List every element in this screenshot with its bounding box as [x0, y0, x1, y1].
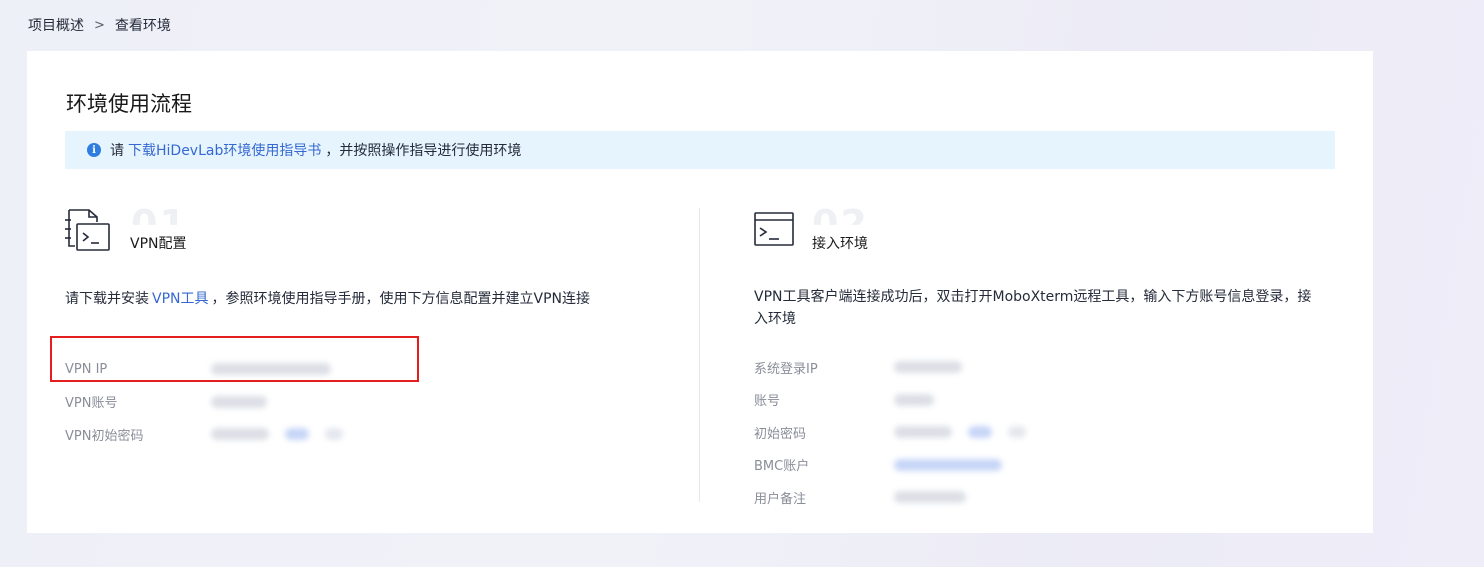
step-title: VPN配置 [130, 236, 187, 252]
field-label: 初始密码 [754, 426, 807, 442]
step-description: VPN工具客户端连接成功后，双击打开MoboXterm远程工具，输入下方账号信息… [754, 289, 1312, 327]
download-guide-link[interactable]: 下载HiDevLab环境使用指导书 [128, 140, 321, 160]
redacted-value [211, 395, 267, 408]
environment-card: 环境使用流程 i 请 下载HiDevLab环境使用指导书 ，并按照操作指导进行使… [27, 51, 1373, 533]
field-label: BMC账户 [754, 459, 810, 475]
desc-prefix: 请下载并安装 [65, 291, 149, 307]
copy-button[interactable] [325, 428, 343, 441]
info-icon: i [87, 143, 101, 157]
show-password-link[interactable] [285, 428, 309, 441]
field-vpn-password: VPN初始密码 [65, 418, 359, 451]
info-prefix: 请 [110, 143, 124, 159]
step-description: 请下载并安装 VPN工具 ，参照环境使用指导手册，使用下方信息配置并建立VPN连接 [65, 288, 590, 310]
terminal-window-icon [754, 208, 796, 254]
breadcrumb: 项目概述 > 查看环境 [28, 15, 171, 35]
field-bmc-account: BMC账户 [754, 449, 1042, 482]
terminal-document-icon [65, 208, 113, 260]
step-vpn-config: 01 VPN配置 请下载并安装 VPN工具 ，参照环境使用指导手册，使用下方信息配置… [65, 202, 685, 444]
show-password-link[interactable] [968, 426, 992, 439]
breadcrumb-current: 查看环境 [114, 18, 171, 34]
field-label: 系统登录IP [754, 361, 818, 377]
copy-button[interactable] [1008, 426, 1026, 439]
field-system-ip: 系统登录IP [754, 351, 1042, 384]
redacted-value [894, 491, 966, 504]
desc-suffix: ，参照环境使用指导手册，使用下方信息配置并建立VPN连接 [211, 291, 591, 307]
field-account: 账号 [754, 384, 1042, 417]
redacted-link[interactable] [894, 458, 1002, 471]
redacted-value [894, 393, 934, 406]
login-info-fields: 系统登录IP 账号 初始密码 BMC账户 用户备注 [754, 351, 1042, 514]
field-label: 账号 [754, 394, 781, 410]
step-header: 02 接入环境 [754, 202, 1354, 258]
redacted-value [894, 361, 962, 374]
field-label: VPN初始密码 [65, 428, 144, 444]
field-vpn-account: VPN账号 [65, 386, 359, 419]
redacted-value [894, 426, 952, 439]
step-access-env: 02 接入环境 VPN工具客户端连接成功后，双击打开MoboXterm远程工具，… [754, 202, 1354, 507]
page-title: 环境使用流程 [66, 92, 192, 116]
breadcrumb-project-overview[interactable]: 项目概述 [28, 15, 84, 35]
field-label: 用户备注 [754, 491, 807, 507]
step-divider [699, 208, 700, 502]
redacted-value [211, 428, 269, 441]
step-header: 01 VPN配置 [65, 202, 685, 260]
field-label: VPN账号 [65, 396, 118, 412]
highlight-box [50, 336, 419, 382]
field-user-remark: 用户备注 [754, 481, 1042, 514]
step-title: 接入环境 [812, 236, 868, 252]
field-password: 初始密码 [754, 416, 1042, 449]
breadcrumb-separator: > [94, 17, 105, 33]
info-suffix: ，并按照操作指导进行使用环境 [325, 143, 522, 159]
info-banner: i 请 下载HiDevLab环境使用指导书 ，并按照操作指导进行使用环境 [65, 131, 1335, 169]
vpn-tool-link[interactable]: VPN工具 [152, 291, 209, 307]
